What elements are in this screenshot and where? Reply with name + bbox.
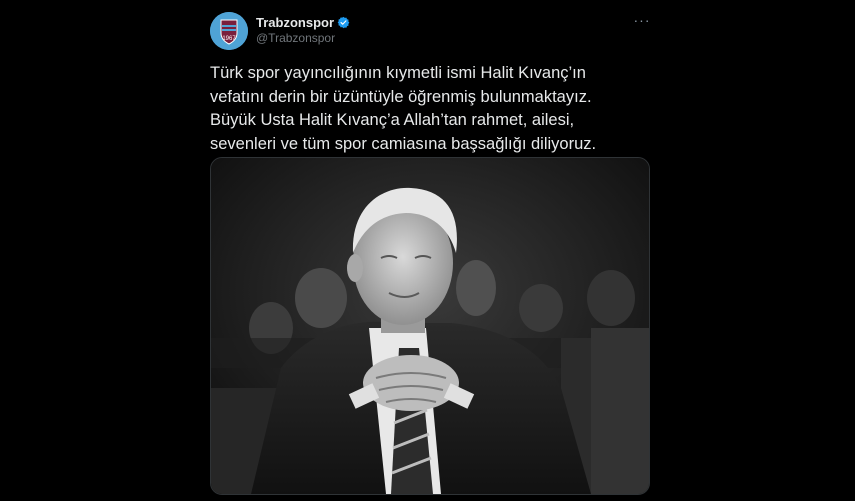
tweet-card[interactable]: 1967 Trabzonspor @Trabzonspor ··· Türk s… [196, 0, 666, 501]
handle[interactable]: @Trabzonspor [256, 31, 335, 45]
tweet-text-line: Türk spor yayıncılığının kıymetli ismi H… [210, 64, 586, 82]
portrait-photo [211, 158, 649, 494]
verified-badge-icon [337, 16, 350, 29]
tweet-text-line: Büyük Usta Halit Kıvanç’a Allah’tan rahm… [210, 111, 575, 129]
svg-text:1967: 1967 [222, 36, 236, 42]
more-horizontal-icon[interactable]: ··· [632, 12, 652, 28]
tweet-photo[interactable] [210, 157, 650, 495]
tweet-text: Türk spor yayıncılığının kıymetli ismi H… [210, 62, 660, 156]
display-name[interactable]: Trabzonspor [256, 15, 334, 30]
tweet-text-line: vefatını derin bir üzüntüyle öğrenmiş bu… [210, 87, 592, 106]
avatar[interactable]: 1967 [210, 12, 248, 50]
tweet-text-line: sevenleri ve tüm spor camiasına başsağlı… [210, 134, 597, 153]
author-name-row: Trabzonspor [256, 15, 350, 30]
trabzonspor-crest-icon: 1967 [210, 12, 248, 50]
